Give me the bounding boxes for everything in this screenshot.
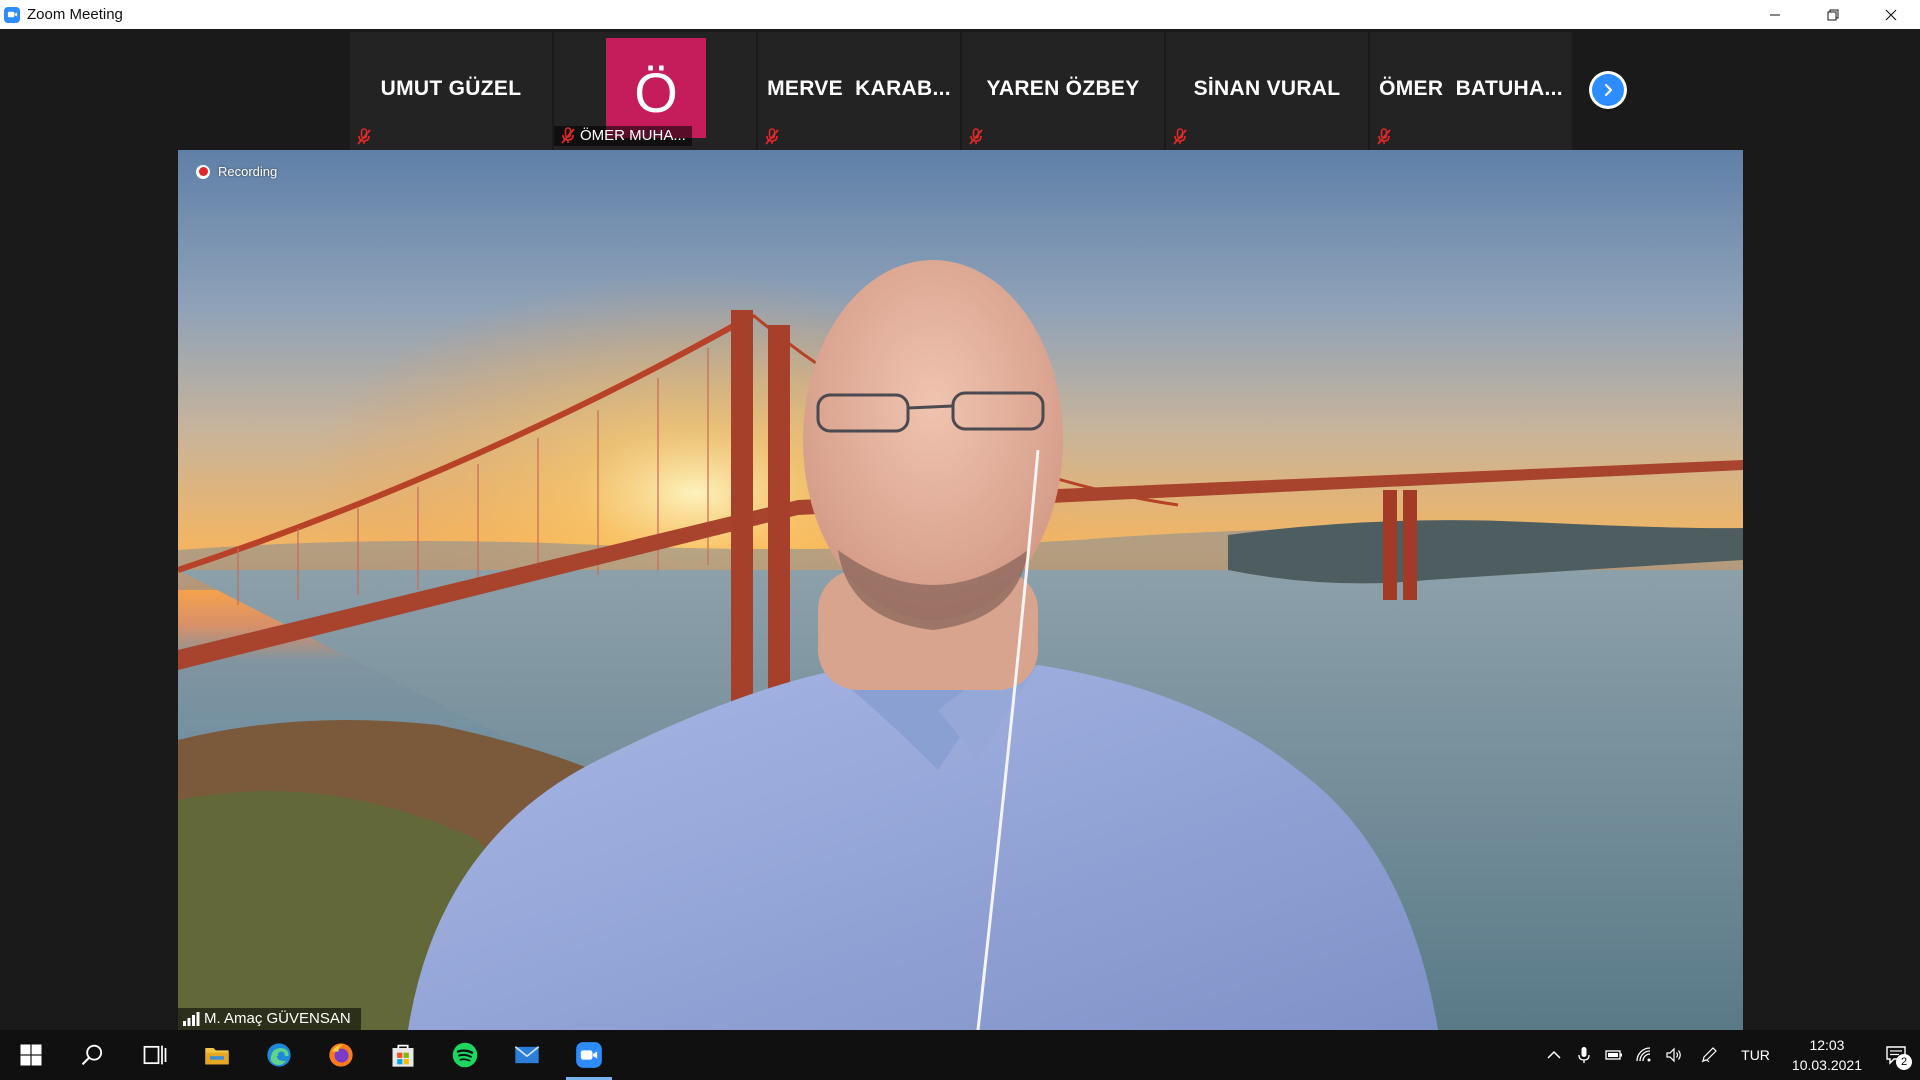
firefox-icon <box>329 1043 353 1067</box>
participant-name: ÖMER MUHA... <box>580 127 686 144</box>
clock-date: 10.03.2021 <box>1791 1057 1862 1073</box>
battery-tray-button[interactable] <box>1599 1030 1629 1080</box>
chevron-up-icon <box>1547 1050 1561 1059</box>
spotify-icon <box>452 1042 478 1068</box>
notification-count-badge: 2 <box>1896 1054 1912 1070</box>
minimize-button[interactable] <box>1746 0 1804 29</box>
pen-workspace-button[interactable] <box>1689 1030 1729 1080</box>
file-explorer-icon <box>205 1048 229 1065</box>
taskbar-clock[interactable]: 12:03 10.03.2021 <box>1782 1035 1872 1075</box>
participant-strip: UMUT GÜZEL Ö ÖMER MUHA... MERVE KARAB...… <box>350 32 1572 150</box>
taskbar-edge[interactable] <box>248 1030 310 1080</box>
participant-name: SİNAN VURAL <box>1193 77 1341 100</box>
mic-muted-icon <box>561 127 575 144</box>
input-language-indicator[interactable]: TUR <box>1729 1047 1782 1063</box>
store-icon <box>392 1044 414 1067</box>
battery-icon <box>1605 1050 1623 1060</box>
microphone-tray-button[interactable] <box>1569 1030 1599 1080</box>
volume-icon <box>1666 1047 1681 1063</box>
avatar-letter: Ö <box>634 60 678 124</box>
taskbar-search-button[interactable] <box>62 1030 124 1080</box>
recording-dot-icon <box>196 164 210 179</box>
taskbar-file-explorer[interactable] <box>186 1030 248 1080</box>
taskbar-firefox[interactable] <box>310 1030 372 1080</box>
chevron-right-icon <box>1604 83 1613 97</box>
next-page-button[interactable] <box>1589 71 1627 109</box>
participant-tile[interactable]: ÖMER BATUHA... <box>1370 32 1572 150</box>
meeting-stage: UMUT GÜZEL Ö ÖMER MUHA... MERVE KARAB...… <box>0 29 1920 1030</box>
restore-button[interactable] <box>1804 0 1862 29</box>
wifi-icon <box>1636 1047 1651 1062</box>
participant-name: YAREN ÖZBEY <box>986 77 1140 100</box>
zoom-app-icon <box>4 6 20 23</box>
participant-tile[interactable]: MERVE KARAB... <box>758 32 960 150</box>
participant-tile[interactable]: SİNAN VURAL <box>1166 32 1368 150</box>
recording-label: Recording <box>218 164 278 179</box>
windows-start-icon <box>20 1044 42 1066</box>
taskbar-mail[interactable] <box>496 1030 558 1080</box>
speaker-name: M. Amaç GÜVENSAN <box>204 1010 351 1027</box>
participant-tile[interactable]: YAREN ÖZBEY <box>962 32 1164 150</box>
participant-tile[interactable]: Ö ÖMER MUHA... <box>554 32 756 150</box>
participant-name: ÖMER BATUHA... <box>1379 77 1563 100</box>
start-button[interactable] <box>0 1030 62 1080</box>
window-title: Zoom Meeting <box>27 6 123 23</box>
taskbar-zoom[interactable] <box>558 1030 620 1080</box>
mic-muted-icon <box>1173 128 1187 145</box>
close-icon <box>1885 9 1897 20</box>
action-center-button[interactable]: 2 <box>1872 1030 1920 1080</box>
mic-muted-icon <box>1377 128 1391 145</box>
speaker-name-label: M. Amaç GÜVENSAN <box>178 1008 361 1030</box>
microphone-icon <box>1578 1047 1590 1063</box>
mic-muted-icon <box>357 128 371 145</box>
close-button[interactable] <box>1862 0 1920 29</box>
participant-name: MERVE KARAB... <box>767 77 951 100</box>
volume-tray-button[interactable] <box>1659 1030 1689 1080</box>
mic-muted-icon <box>765 128 779 145</box>
mic-muted-icon <box>969 128 983 145</box>
recording-indicator: Recording <box>196 164 277 179</box>
taskbar-spotify[interactable] <box>434 1030 496 1080</box>
clock-time: 12:03 <box>1809 1037 1845 1053</box>
active-speaker-video[interactable]: Recording M. Amaç GÜVENSAN <box>178 150 1743 1030</box>
task-view-icon <box>143 1045 167 1065</box>
participant-name-label: ÖMER MUHA... <box>554 126 692 146</box>
taskbar-store[interactable] <box>372 1030 434 1080</box>
window-titlebar: Zoom Meeting <box>0 0 1920 29</box>
task-view-button[interactable] <box>124 1030 186 1080</box>
search-icon <box>81 1044 103 1066</box>
zoom-icon <box>576 1042 602 1068</box>
participant-name: UMUT GÜZEL <box>380 77 522 100</box>
windows-taskbar: TUR 12:03 10.03.2021 2 <box>0 1030 1920 1080</box>
show-hidden-icons-button[interactable] <box>1539 1030 1569 1080</box>
restore-icon <box>1827 9 1839 20</box>
video-background-image <box>178 150 1743 1030</box>
network-tray-button[interactable] <box>1629 1030 1659 1080</box>
mail-icon <box>514 1046 540 1064</box>
pen-icon <box>1701 1047 1717 1063</box>
minimize-icon <box>1770 14 1780 15</box>
system-tray: TUR 12:03 10.03.2021 2 <box>1539 1030 1920 1080</box>
edge-icon <box>267 1043 291 1067</box>
avatar: Ö <box>606 38 706 138</box>
participant-tile[interactable]: UMUT GÜZEL <box>350 32 552 150</box>
signal-strength-icon <box>183 1012 200 1026</box>
